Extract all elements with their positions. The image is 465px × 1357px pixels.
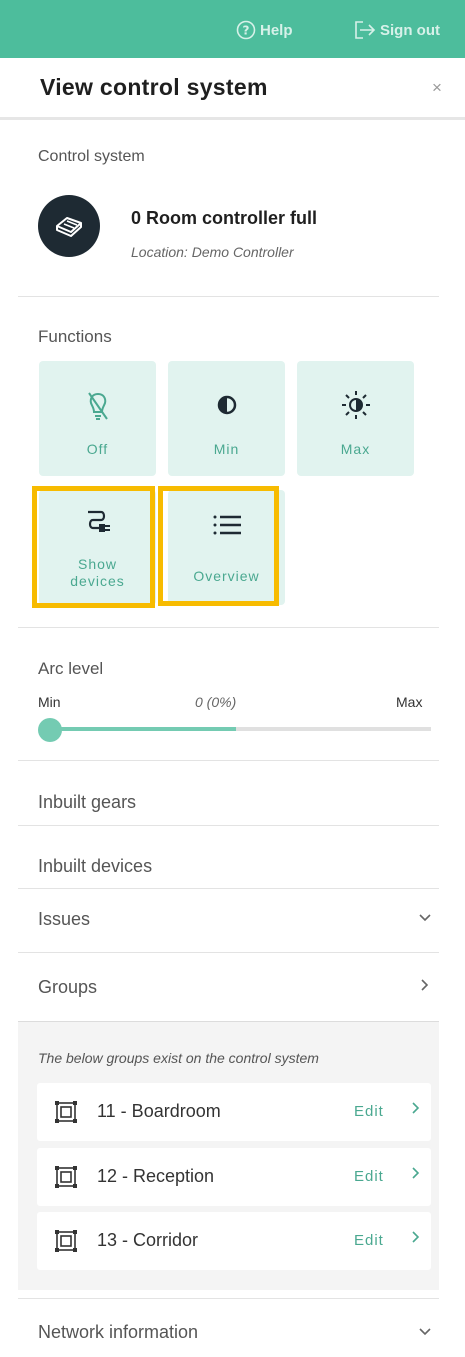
- min-label: Min: [213, 441, 240, 457]
- group-name: 11 - Boardroom: [97, 1101, 221, 1121]
- edit-link[interactable]: Edit: [354, 1168, 384, 1185]
- chevron-down-icon[interactable]: [418, 910, 432, 928]
- group-item-boardroom[interactable]: 11 - Boardroom Edit: [37, 1083, 431, 1141]
- group-icon: [55, 1101, 77, 1128]
- divider: [18, 952, 439, 953]
- list-icon: [168, 514, 285, 536]
- chevron-right-icon[interactable]: [411, 1166, 421, 1183]
- half-circle-icon: [168, 395, 285, 415]
- arc-max-label: Max: [396, 694, 423, 710]
- groups-section[interactable]: Groups: [38, 977, 97, 998]
- divider: [18, 888, 439, 889]
- network-information-section[interactable]: Network information: [38, 1322, 198, 1343]
- edit-link[interactable]: Edit: [354, 1103, 384, 1120]
- arc-value: 0 (0%): [195, 694, 237, 710]
- help-icon: ?: [236, 20, 256, 40]
- overview-button[interactable]: Overview: [168, 490, 285, 605]
- divider: [18, 1298, 439, 1299]
- functions-title: Functions: [38, 327, 112, 346]
- group-name: 12 - Reception: [97, 1166, 215, 1186]
- arc-level-title: Arc level: [38, 659, 104, 678]
- top-bar: ? Help Sign out: [0, 0, 465, 58]
- max-label: Max: [340, 441, 371, 457]
- group-name: 13 - Corridor: [97, 1230, 199, 1250]
- chevron-down-icon[interactable]: [418, 1324, 432, 1342]
- inbuilt-gears-section[interactable]: Inbuilt gears: [38, 792, 136, 813]
- max-button[interactable]: Max: [297, 361, 414, 476]
- svg-text:?: ?: [243, 24, 250, 38]
- divider: [18, 627, 439, 628]
- edit-link[interactable]: Edit: [354, 1232, 384, 1249]
- off-label: Off: [86, 441, 109, 457]
- overview-label: Overview: [193, 568, 260, 584]
- bulb-off-icon: [39, 391, 156, 421]
- inbuilt-devices-section[interactable]: Inbuilt devices: [38, 856, 152, 877]
- group-item-reception[interactable]: 12 - Reception Edit: [37, 1148, 431, 1206]
- chevron-right-icon[interactable]: [418, 978, 432, 996]
- chevron-right-icon[interactable]: [411, 1230, 421, 1247]
- divider: [18, 296, 439, 297]
- groups-note: The below groups exist on the control sy…: [38, 1050, 319, 1066]
- arc-slider-fill: [50, 727, 236, 731]
- chevron-right-icon[interactable]: [411, 1101, 421, 1118]
- arc-min-label: Min: [38, 694, 61, 710]
- control-system-location: Location: Demo Controller: [131, 244, 294, 260]
- control-system-label: Control system: [38, 148, 145, 165]
- sun-icon: [297, 389, 414, 421]
- sign-out-label: Sign out: [380, 21, 440, 39]
- divider: [18, 825, 439, 826]
- sign-out-link[interactable]: Sign out: [354, 20, 440, 40]
- off-button[interactable]: Off: [39, 361, 156, 476]
- control-system-name: 0 Room controller full: [131, 208, 318, 228]
- sign-out-icon: [355, 21, 376, 39]
- group-item-corridor[interactable]: 13 - Corridor Edit: [37, 1212, 431, 1270]
- help-link[interactable]: ? Help: [236, 20, 293, 40]
- min-button[interactable]: Min: [168, 361, 285, 476]
- group-icon: [55, 1166, 77, 1193]
- arc-slider-thumb[interactable]: [38, 718, 62, 742]
- issues-section[interactable]: Issues: [38, 909, 90, 930]
- plug-icon: [39, 508, 156, 538]
- divider: [18, 760, 439, 761]
- panel-title: View control system: [40, 74, 268, 100]
- panel-header: View control system ×: [0, 58, 465, 120]
- help-label: Help: [260, 21, 293, 39]
- close-icon[interactable]: ×: [432, 78, 442, 98]
- show-devices-button[interactable]: Show devices: [39, 490, 156, 605]
- group-icon: [55, 1230, 77, 1257]
- show-devices-label: Show devices: [70, 556, 125, 589]
- controller-icon: [38, 195, 100, 257]
